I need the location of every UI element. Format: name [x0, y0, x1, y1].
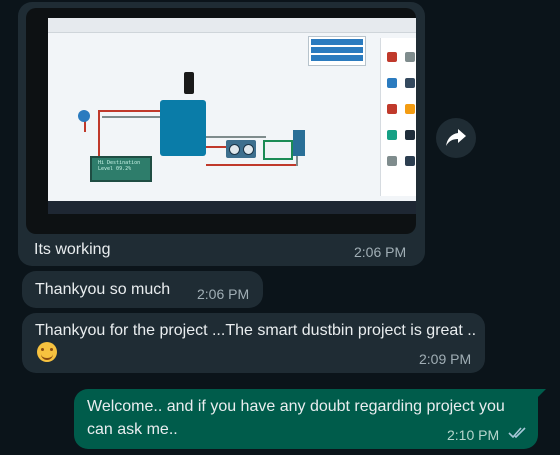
image-caption: Its working [34, 241, 111, 258]
ir-sensor [293, 130, 305, 156]
forward-arrow-icon [446, 129, 466, 146]
components-panel [380, 38, 416, 196]
lcd-line-2: Level 09.2% [98, 166, 132, 172]
ultrasonic-sensor [226, 140, 256, 158]
message-time: 2:06 PM [354, 244, 407, 260]
outgoing-message-bubble[interactable]: Welcome.. and if you have any doubt rega… [74, 389, 538, 449]
message-time: 2:10 PM [447, 427, 500, 443]
incoming-message-bubble[interactable]: Thankyou so much 2:06 PM [22, 271, 263, 308]
screen-toolbar [48, 18, 416, 33]
usb-plug [184, 72, 194, 94]
image-message-bubble[interactable]: Hi Destination Level 09.2% Its working 2… [18, 2, 425, 266]
smiling-face-emoji [37, 342, 57, 362]
incoming-message-bubble[interactable]: Thankyou for the project ...The smart du… [22, 313, 485, 373]
arduino-board [160, 100, 206, 156]
message-time: 2:09 PM [419, 351, 472, 367]
windows-taskbar [48, 201, 416, 214]
servo-motor [263, 140, 293, 160]
message-text-wrap: Thankyou for the project ...The smart du… [35, 319, 485, 365]
double-check-icon [508, 427, 526, 439]
message-time: 2:06 PM [197, 286, 250, 302]
lcd-display: Hi Destination Level 09.2% [90, 156, 152, 182]
message-photo[interactable]: Hi Destination Level 09.2% [26, 8, 416, 234]
monitor-screen: Hi Destination Level 09.2% [48, 18, 416, 214]
message-text: Thankyou so much [35, 281, 171, 298]
properties-panel [308, 36, 366, 66]
forward-button[interactable] [436, 118, 476, 158]
message-text: Thankyou for the project ...The smart du… [35, 322, 477, 339]
